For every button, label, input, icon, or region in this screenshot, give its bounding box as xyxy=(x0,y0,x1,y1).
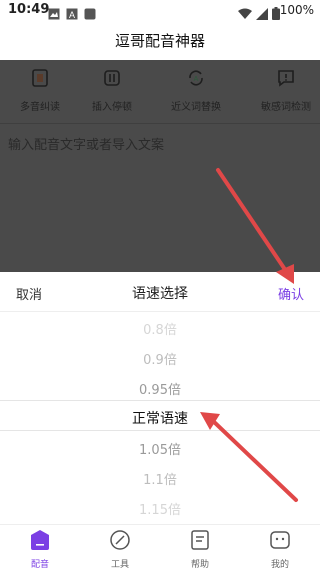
tool-sensitive[interactable]: 敏感词检测 xyxy=(246,68,320,113)
svg-text:A: A xyxy=(194,76,199,83)
tool-label: 多音纠读 xyxy=(20,102,60,113)
tab-label: 我的 xyxy=(270,560,289,568)
tool-label: 插入停顿 xyxy=(92,102,132,113)
title-bar: 逗哥配音神器 xyxy=(0,24,320,60)
tool-synonym[interactable]: A 近义词替换 xyxy=(156,68,236,113)
dimmed-content[interactable]: 多音纠读 插入停顿 A 近义词替换 敏感词检测 输入配音文字或者导入文案 xyxy=(0,60,320,272)
speed-option[interactable]: 0.9倍 xyxy=(0,349,320,368)
signal-icon xyxy=(256,5,268,24)
selection-line-bottom xyxy=(0,430,320,431)
speed-option[interactable]: 0.8倍 xyxy=(0,319,320,338)
tools-icon xyxy=(80,529,160,555)
profile-icon xyxy=(240,529,320,555)
tab-help[interactable]: 帮助 xyxy=(160,529,240,568)
script-input-placeholder[interactable]: 输入配音文字或者导入文案 xyxy=(8,134,164,153)
help-icon xyxy=(160,529,240,555)
tab-dub[interactable]: 配音 xyxy=(0,529,80,568)
app-title: 逗哥配音神器 xyxy=(114,32,205,50)
speed-option[interactable]: 1.1倍 xyxy=(0,469,320,488)
speed-option[interactable]: 1.15倍 xyxy=(0,499,320,518)
dub-icon xyxy=(0,529,80,555)
alert-icon xyxy=(246,68,320,92)
status-bar: 10:49 A 100% xyxy=(0,0,320,24)
tool-pause[interactable]: 插入停顿 xyxy=(72,68,152,113)
replace-icon: A xyxy=(156,68,236,92)
tab-label: 配音 xyxy=(30,560,49,568)
sheet-title: 语速选择 xyxy=(132,286,188,302)
speed-option[interactable]: 1.05倍 xyxy=(0,439,320,458)
tab-bar: 配音 工具 帮助 我的 xyxy=(0,524,320,568)
tab-tools[interactable]: 工具 xyxy=(80,529,160,568)
sheet-header: 取消 语速选择 确认 xyxy=(0,272,320,312)
app-icon xyxy=(84,5,96,24)
pause-icon xyxy=(72,68,152,92)
tool-label: 敏感词检测 xyxy=(261,102,311,113)
speed-wheel[interactable]: 0.8倍 0.9倍 0.95倍 正常语速 1.05倍 1.1倍 1.15倍 xyxy=(0,312,320,524)
speed-option[interactable]: 0.95倍 xyxy=(0,379,320,398)
selection-line-top xyxy=(0,400,320,401)
confirm-button[interactable]: 确认 xyxy=(278,284,304,303)
speed-picker-sheet: 取消 语速选择 确认 0.8倍 0.9倍 0.95倍 正常语速 1.05倍 1.… xyxy=(0,272,320,524)
translate-icon: A xyxy=(66,5,78,24)
wifi-icon xyxy=(238,5,252,24)
tool-row: 多音纠读 插入停顿 A 近义词替换 敏感词检测 xyxy=(0,60,320,124)
tab-profile[interactable]: 我的 xyxy=(240,529,320,568)
tab-label: 帮助 xyxy=(190,560,209,568)
svg-text:A: A xyxy=(69,10,75,20)
tool-label: 近义词替换 xyxy=(171,102,221,113)
image-icon xyxy=(48,5,60,24)
status-time: 10:49 xyxy=(8,2,50,17)
speed-option-selected[interactable]: 正常语速 xyxy=(0,408,320,428)
tool-polyphone[interactable]: 多音纠读 xyxy=(0,68,80,113)
battery-percent: 100% xyxy=(279,3,314,17)
tab-label: 工具 xyxy=(110,560,129,568)
polyphone-icon xyxy=(0,68,80,92)
